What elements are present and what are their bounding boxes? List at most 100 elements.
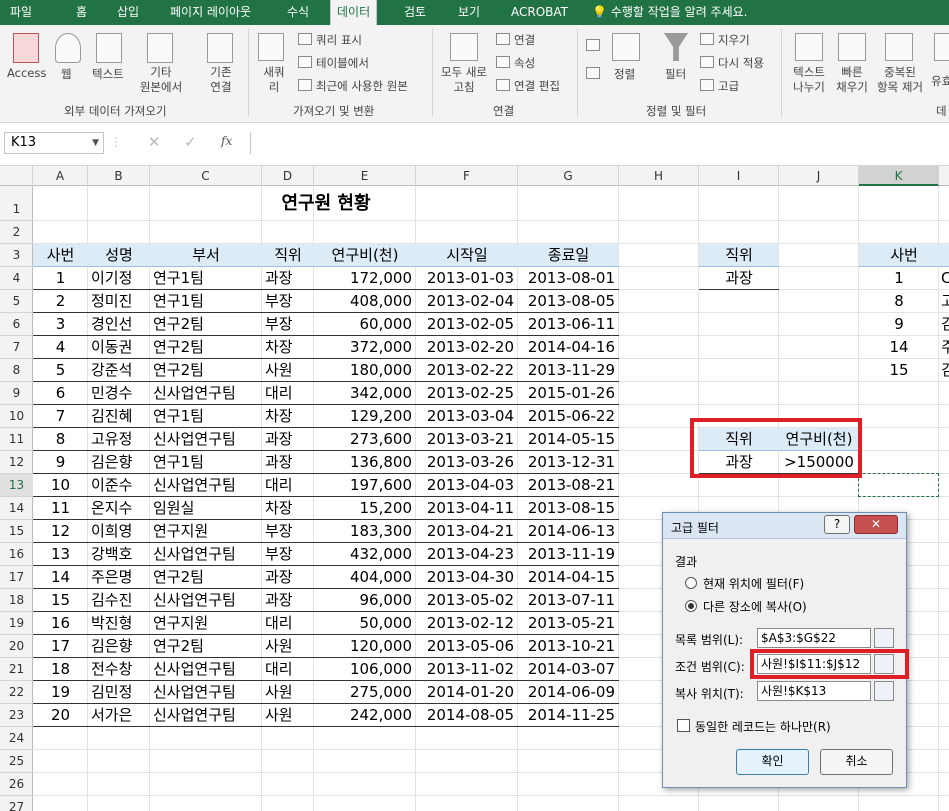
sort-button[interactable]: 정렬 [614, 66, 635, 82]
show-queries-button[interactable]: 쿼리 표시 [316, 32, 362, 48]
tell-me-box[interactable]: 💡 수행할 작업을 알려 주세요. [592, 0, 747, 25]
table-cell[interactable]: 2014-11-25 [518, 704, 615, 727]
result-cell-partial[interactable]: 주 [941, 336, 949, 359]
row-header[interactable]: 13 [0, 474, 33, 497]
tab-file[interactable]: 파일 [10, 0, 32, 25]
table-cell[interactable]: 과장 [265, 589, 293, 612]
table-cell[interactable]: 대리 [265, 474, 293, 497]
table-cell[interactable]: 민경수 [91, 382, 132, 405]
table-cell[interactable]: 12 [33, 520, 88, 543]
table-cell[interactable]: 404,000 [314, 566, 412, 589]
table-cell[interactable]: 15,200 [314, 497, 413, 520]
connections-button[interactable]: 연결 [514, 32, 535, 48]
table-cell[interactable]: 2013-02-12 [416, 612, 514, 635]
from-table-button[interactable]: 테이블에서 [316, 55, 369, 71]
table-cell[interactable]: 대리 [265, 658, 293, 681]
row-header[interactable]: 2 [0, 221, 33, 244]
table-cell[interactable]: 연구1팀 [153, 290, 204, 313]
tab-page-layout[interactable]: 페이지 레이아웃 [170, 0, 251, 25]
table-cell[interactable]: 과장 [265, 428, 293, 451]
text-button[interactable]: 텍스트 [92, 66, 124, 82]
table-cell[interactable]: 6 [33, 382, 88, 405]
advanced-button[interactable]: 고급 [718, 78, 739, 94]
col-header-h[interactable]: H [619, 166, 699, 186]
table-cell[interactable]: 2013-04-23 [416, 543, 514, 566]
table-cell[interactable]: 275,000 [314, 681, 412, 704]
table-cell[interactable]: 이희영 [91, 520, 132, 543]
table-cell[interactable]: 106,000 [314, 658, 412, 681]
table-cell[interactable]: 2014-04-16 [518, 336, 615, 359]
table-cell[interactable]: 2013-02-05 [416, 313, 514, 336]
row-header[interactable]: 19 [0, 612, 33, 635]
table-cell[interactable]: 이기정 [91, 267, 132, 290]
result-cell[interactable]: 15 [859, 359, 939, 382]
formula-input[interactable] [250, 132, 949, 154]
table-cell[interactable]: 2013-04-03 [416, 474, 514, 497]
list-range-input[interactable]: $A$3:$G$22 [757, 628, 871, 648]
row-header[interactable]: 21 [0, 658, 33, 681]
result-cell-partial[interactable]: 김 [941, 359, 949, 382]
result-cell[interactable]: 1 [859, 267, 939, 290]
table-cell[interactable]: 2013-08-01 [518, 267, 615, 290]
table-cell[interactable]: 2013-01-03 [416, 267, 514, 290]
col-header-k[interactable]: K [859, 166, 939, 186]
ok-button[interactable]: 확인 [736, 749, 809, 775]
col-header-j[interactable]: J [779, 166, 859, 186]
result-cell[interactable]: 8 [859, 290, 939, 313]
help-button[interactable]: ? [824, 515, 850, 534]
cancel-button[interactable]: 취소 [820, 749, 893, 775]
row-header[interactable]: 15 [0, 520, 33, 543]
close-button[interactable]: ✕ [854, 515, 898, 534]
table-cell[interactable]: 242,000 [314, 704, 412, 727]
table-cell[interactable]: 2013-02-20 [416, 336, 514, 359]
table-cell[interactable]: 60,000 [314, 313, 413, 336]
copy-to-collapse-icon[interactable] [874, 681, 894, 701]
table-cell[interactable]: 연구2팀 [153, 566, 204, 589]
table-cell[interactable]: 신사업연구팀 [153, 382, 236, 405]
table-cell[interactable]: 2015-01-26 [518, 382, 615, 405]
table-cell[interactable]: 172,000 [314, 267, 412, 290]
criteria-cell[interactable]: 과장 [699, 267, 779, 290]
row-header[interactable]: 5 [0, 290, 33, 313]
table-cell[interactable]: 부장 [265, 543, 293, 566]
table-cell[interactable]: 2013-11-29 [518, 359, 615, 382]
copy-to-input[interactable]: 사원!$K$13 [757, 681, 871, 701]
table-cell[interactable]: 김민정 [91, 681, 132, 704]
table-cell[interactable]: 김진혜 [91, 405, 132, 428]
table-header-cell[interactable]: 종료일 [518, 244, 619, 267]
result-header-cell[interactable]: 사번 [859, 244, 949, 267]
tab-home[interactable]: 홈 [76, 0, 87, 25]
copy-to-location-radio[interactable] [685, 600, 697, 612]
table-cell[interactable]: 과장 [265, 267, 293, 290]
table-cell[interactable]: 129,200 [314, 405, 412, 428]
tab-view[interactable]: 보기 [458, 0, 480, 25]
result-cell-partial[interactable]: 고 [941, 290, 949, 313]
table-cell[interactable]: 2013-04-21 [416, 520, 514, 543]
table-cell[interactable]: 2013-11-19 [518, 543, 615, 566]
row-header[interactable]: 12 [0, 451, 33, 474]
table-cell[interactable]: 임원실 [153, 497, 194, 520]
table-cell[interactable]: 차장 [265, 405, 293, 428]
table-cell[interactable]: 2013-08-05 [518, 290, 615, 313]
tab-formulas[interactable]: 수식 [287, 0, 309, 25]
table-cell[interactable]: 2013-04-11 [416, 497, 514, 520]
row-header[interactable]: 26 [0, 773, 33, 796]
table-cell[interactable]: 197,600 [314, 474, 412, 497]
result-cell[interactable]: 14 [859, 336, 939, 359]
tab-review[interactable]: 검토 [404, 0, 426, 25]
table-cell[interactable]: 15 [33, 589, 88, 612]
table-cell[interactable]: 연구1팀 [153, 451, 204, 474]
new-query-button[interactable]: 새쿼 리 [254, 65, 294, 95]
table-cell[interactable]: 김은향 [91, 451, 132, 474]
table-cell[interactable]: 2013-05-02 [416, 589, 514, 612]
table-cell[interactable]: 273,600 [314, 428, 412, 451]
row-header[interactable]: 27 [0, 796, 33, 811]
table-cell[interactable]: 2013-10-21 [518, 635, 615, 658]
table-cell[interactable]: 120,000 [314, 635, 412, 658]
table-cell[interactable]: 2013-04-30 [416, 566, 514, 589]
table-cell[interactable]: 부장 [265, 520, 293, 543]
edit-links-button[interactable]: 연결 편집 [514, 78, 560, 94]
table-cell[interactable]: 연구2팀 [153, 635, 204, 658]
table-cell[interactable]: 신사업연구팀 [153, 589, 236, 612]
table-cell[interactable]: 50,000 [314, 612, 413, 635]
